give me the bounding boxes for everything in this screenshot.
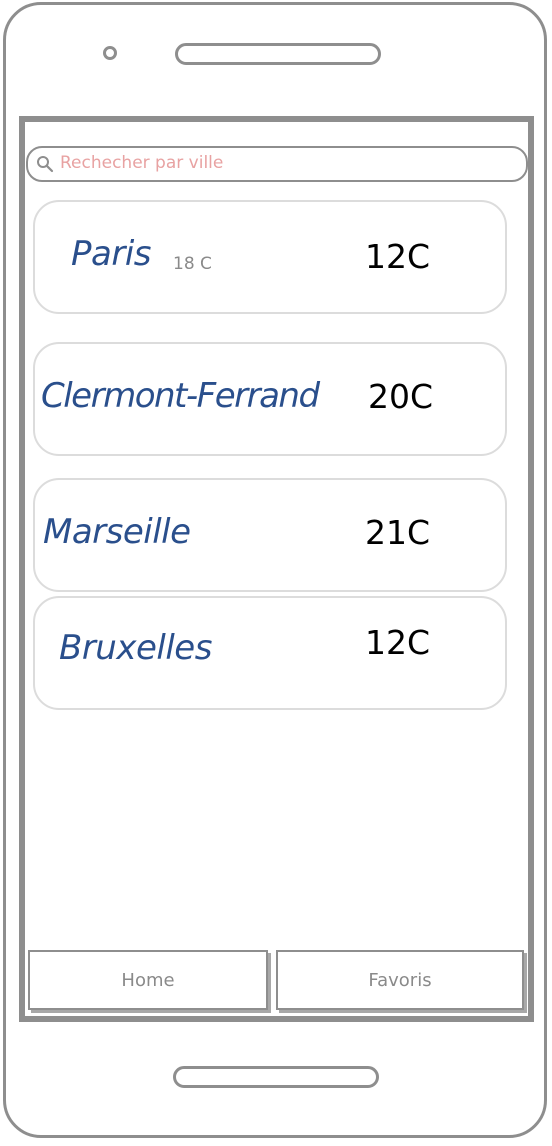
tab-home-label: Home [121,969,175,991]
city-card-marseille[interactable]: Marseille 21C [33,478,507,592]
city-temperature: 12C [365,237,431,276]
city-card-bruxelles[interactable]: Bruxelles 12C [33,596,507,710]
city-card-paris[interactable]: Paris 18 C 12C [33,200,507,314]
secondary-temperature: 18 C [173,254,212,274]
home-hardware-button[interactable] [173,1066,379,1088]
tab-home[interactable]: Home [28,950,268,1010]
search-input[interactable] [60,150,500,176]
city-name: Clermont-Ferrand [41,376,320,416]
city-temperature: 20C [368,377,434,416]
city-name: Bruxelles [59,628,212,668]
tab-favorites[interactable]: Favoris [276,950,524,1010]
speaker-grille [175,43,381,65]
city-name: Marseille [43,512,191,552]
search-bar[interactable] [26,146,528,182]
tab-favorites-label: Favoris [368,969,432,991]
camera-icon [103,46,117,60]
search-icon [37,156,54,173]
city-card-clermont-ferrand[interactable]: Clermont-Ferrand 20C [33,342,507,456]
city-name: Paris [71,234,151,274]
city-temperature: 21C [365,513,431,552]
city-temperature: 12C [365,623,431,662]
